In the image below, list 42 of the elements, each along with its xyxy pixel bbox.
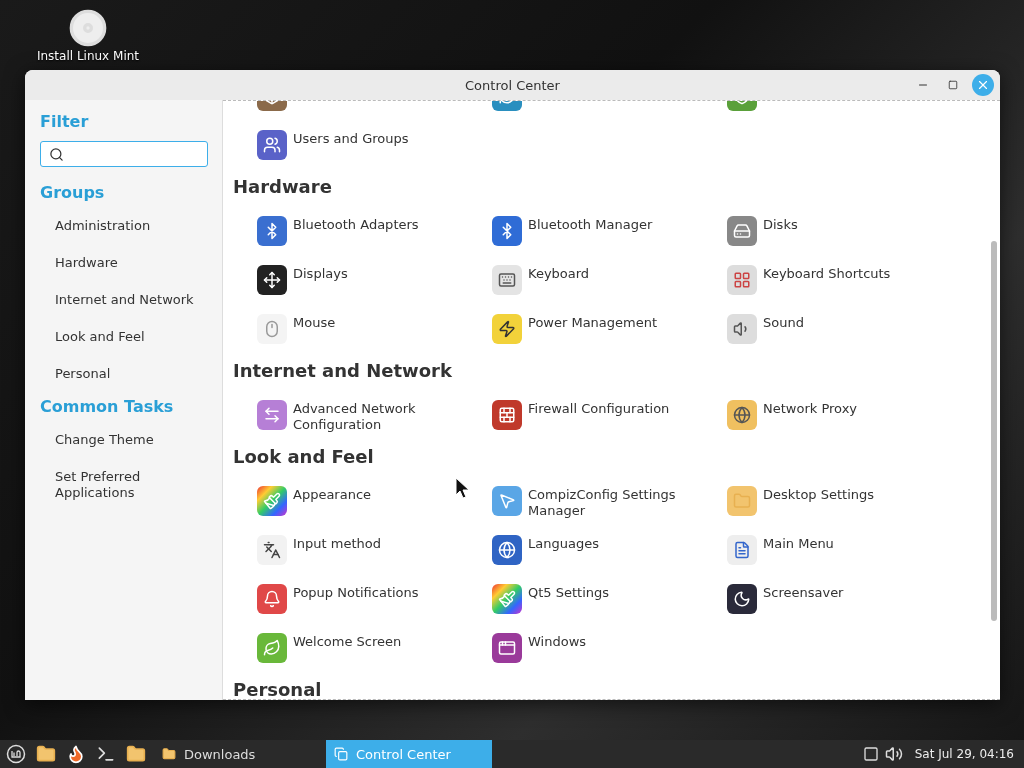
- sidebar-item[interactable]: Internet and Network: [40, 292, 205, 308]
- app-label[interactable]: Keyboard Shortcuts: [763, 265, 891, 282]
- app-label[interactable]: Popup Notifications: [293, 584, 419, 601]
- app-label[interactable]: Input method: [293, 535, 381, 552]
- app-label[interactable]: Desktop Settings: [763, 486, 875, 503]
- app-label[interactable]: Sound: [763, 314, 804, 331]
- taskbar-button[interactable]: Downloads: [154, 740, 320, 768]
- app-label[interactable]: Network Proxy: [763, 400, 858, 417]
- app-label[interactable]: Appearance: [293, 486, 372, 503]
- app-label[interactable]: Mouse: [293, 314, 336, 331]
- clock[interactable]: Sat Jul 29, 04:16: [908, 747, 1020, 761]
- app-label[interactable]: Keyboard: [528, 265, 590, 282]
- sidebar-heading: Common Tasks: [40, 397, 175, 416]
- sidebar-item[interactable]: Hardware: [40, 255, 205, 271]
- window-title: Control Center: [465, 77, 560, 93]
- section-heading: Look and Feel: [233, 447, 375, 467]
- app-label[interactable]: Windows: [528, 633, 587, 650]
- app-label[interactable]: Screensaver: [763, 584, 844, 601]
- app-label[interactable]: Disks: [763, 216, 798, 233]
- app-label[interactable]: Users and Groups: [293, 130, 409, 147]
- section-heading: Hardware: [233, 177, 333, 197]
- sidebar-heading: Filter: [40, 112, 90, 131]
- sidebar-heading: Groups: [40, 183, 106, 202]
- desktop-icon-label: Install Linux Mint: [36, 49, 140, 63]
- app-label[interactable]: CompizConfig Settings Manager: [528, 486, 708, 519]
- app-label[interactable]: Displays: [293, 265, 348, 282]
- app-label[interactable]: Bluetooth Adapters: [293, 216, 419, 233]
- sidebar-item[interactable]: Look and Feel: [40, 329, 205, 345]
- sidebar-item[interactable]: Administration: [40, 218, 205, 234]
- section-heading: Internet and Network: [233, 361, 453, 381]
- app-label[interactable]: Firewall Configuration: [528, 400, 670, 417]
- app-label[interactable]: Welcome Screen: [293, 633, 402, 650]
- app-label[interactable]: Bluetooth Manager: [528, 216, 653, 233]
- app-label[interactable]: Languages: [528, 535, 599, 552]
- sidebar-item[interactable]: Personal: [40, 366, 205, 382]
- app-label[interactable]: Advanced Network Configuration: [293, 400, 473, 433]
- app-label[interactable]: Main Menu: [763, 535, 834, 552]
- sidebar-item[interactable]: Set Preferred Applications: [40, 469, 205, 501]
- app-label[interactable]: Qt5 Settings: [528, 584, 610, 601]
- section-heading: Personal: [233, 680, 323, 699]
- app-label[interactable]: Power Management: [528, 314, 658, 331]
- sidebar-item[interactable]: Change Theme: [40, 432, 205, 448]
